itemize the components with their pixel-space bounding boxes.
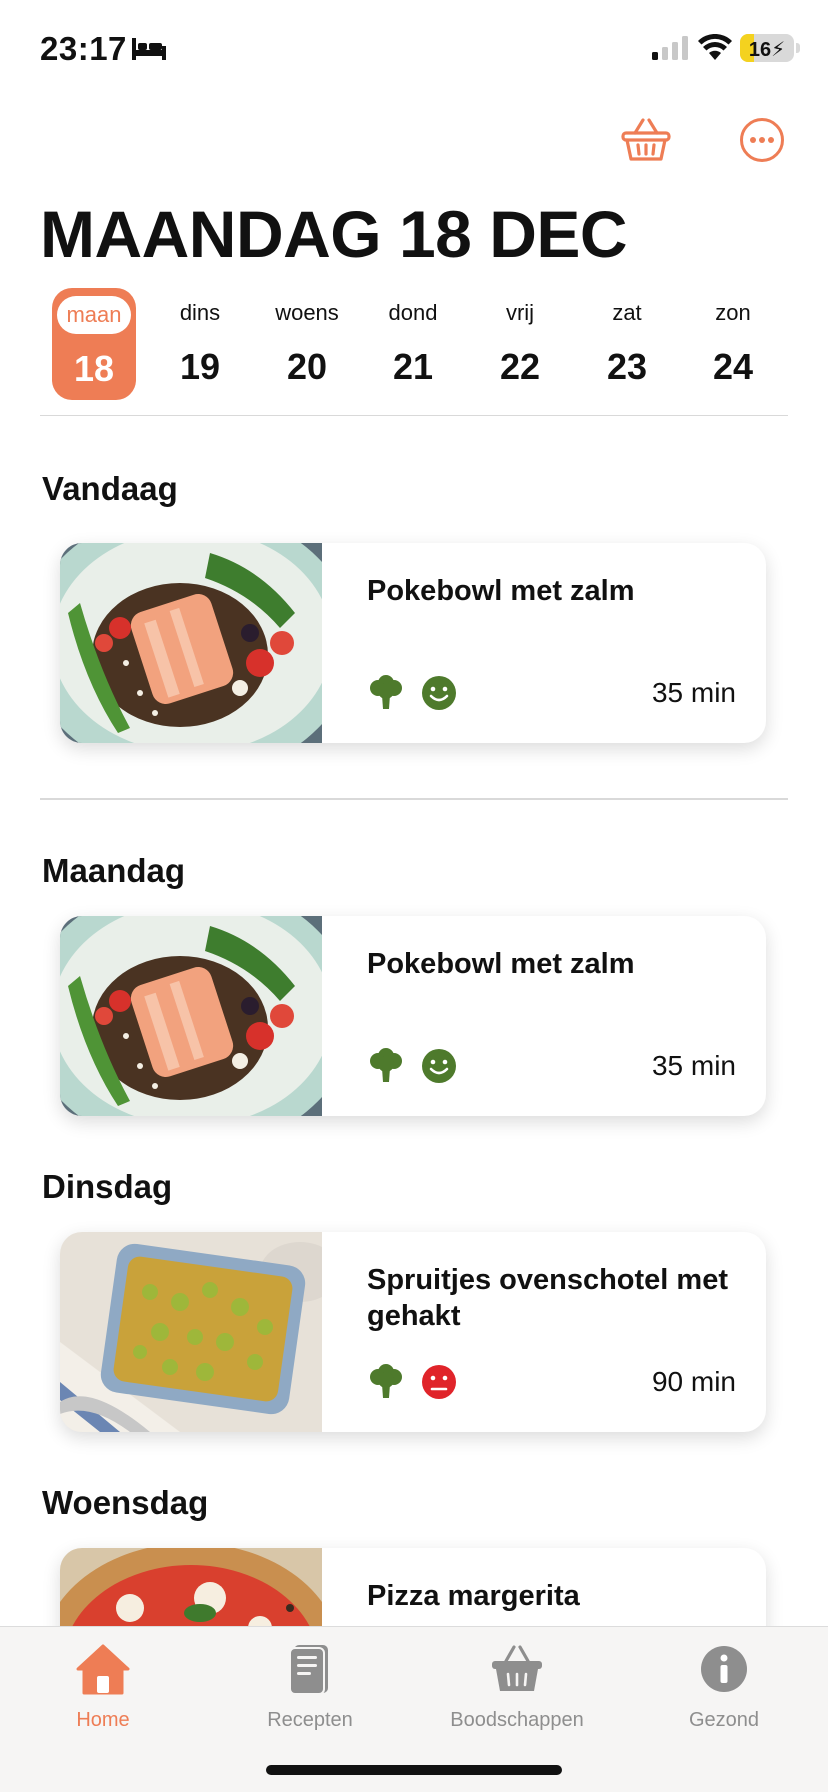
day-saturday[interactable]: zat 23 — [585, 288, 669, 400]
day-number: 20 — [286, 346, 328, 387]
recipe-title: Pokebowl met zalm — [367, 575, 635, 607]
section-divider — [40, 798, 788, 800]
day-name: zon — [715, 300, 751, 325]
day-number: 24 — [712, 346, 754, 387]
sad-face-icon — [422, 1365, 456, 1399]
day-number: 22 — [499, 346, 541, 387]
info-icon — [701, 1646, 747, 1692]
more-options-button[interactable] — [732, 110, 792, 170]
book-icon — [289, 1645, 328, 1695]
page-title: MAANDAG 18 DEC — [40, 197, 628, 271]
day-name: zat — [612, 300, 642, 325]
recipe-card-tuesday[interactable]: Spruitjes ovenschotel met gehakt 90 min — [60, 1232, 766, 1432]
day-name: woens — [275, 300, 339, 325]
happy-face-icon — [422, 676, 456, 710]
happy-face-icon — [422, 1049, 456, 1083]
recipe-tags — [367, 1362, 457, 1402]
recipe-time: 35 min — [651, 677, 736, 708]
recipe-time: 90 min — [651, 1366, 736, 1397]
home-indicator — [266, 1765, 562, 1775]
tab-home[interactable]: Home — [3, 1639, 203, 1732]
tab-label: Boodschappen — [450, 1709, 584, 1731]
home-icon — [76, 1644, 130, 1695]
recipe-card-monday[interactable]: Pokebowl met zalm 35 min — [60, 916, 766, 1116]
bed-icon — [132, 38, 166, 65]
battery-indicator: 16⚡ — [740, 34, 794, 62]
recipe-time: 35 min — [651, 1050, 736, 1081]
section-title-wednesday: Woensdag — [42, 1484, 209, 1521]
recipe-tags — [367, 673, 457, 713]
recipe-photo-pokebowl — [60, 543, 322, 743]
recipe-photo-spruitjes — [60, 1232, 322, 1432]
day-thursday[interactable]: dond 21 — [371, 288, 455, 400]
recipe-tags — [367, 1046, 457, 1086]
day-sunday[interactable]: zon 24 — [691, 288, 775, 400]
wifi-icon — [698, 33, 732, 65]
recipe-card-today[interactable]: Pokebowl met zalm 35 min — [60, 543, 766, 743]
tab-boodschappen[interactable]: Boodschappen — [417, 1639, 617, 1732]
section-title-monday: Maandag — [42, 852, 186, 889]
broccoli-icon — [370, 675, 402, 709]
day-wednesday[interactable]: woens 20 — [265, 288, 349, 400]
day-name: dins — [179, 300, 221, 325]
day-number: 18 — [73, 348, 115, 389]
more-circle-icon — [740, 118, 784, 162]
week-day-selector: maan 18 dins 19 woens 20 dond 21 vrij 22… — [40, 288, 788, 416]
day-name: dond — [388, 300, 438, 325]
day-number: 21 — [392, 346, 434, 387]
battery-level: 16 — [748, 39, 772, 61]
tab-label: Home — [76, 1709, 130, 1731]
cellular-signal-icon — [652, 36, 688, 65]
recipe-title: Spruitjes ovenschotel met gehakt — [367, 1264, 728, 1332]
section-title-tuesday: Dinsdag — [42, 1168, 173, 1205]
basket-icon — [621, 118, 671, 161]
tab-gezond[interactable]: Gezond — [624, 1639, 824, 1732]
day-name: vrij — [505, 300, 535, 325]
shopping-basket-button[interactable] — [616, 110, 676, 170]
tab-label: Gezond — [688, 1709, 760, 1731]
day-monday[interactable]: maan 18 — [52, 288, 136, 400]
status-bar: 23:17 16⚡ — [0, 0, 828, 100]
tab-label: Recepten — [267, 1709, 353, 1731]
day-friday[interactable]: vrij 22 — [478, 288, 562, 400]
broccoli-icon — [370, 1048, 402, 1082]
basket-icon — [492, 1645, 542, 1691]
status-time: 23:17 — [40, 30, 127, 67]
day-tuesday[interactable]: dins 19 — [158, 288, 242, 400]
recipe-title: Pokebowl met zalm — [367, 948, 635, 980]
broccoli-icon — [370, 1364, 402, 1398]
day-number: 23 — [606, 346, 648, 387]
recipe-photo-pokebowl — [60, 916, 322, 1116]
day-name: maan — [57, 296, 131, 334]
recipe-title: Pizza margerita — [367, 1580, 580, 1612]
section-title-today: Vandaag — [42, 470, 178, 507]
day-number: 19 — [179, 346, 221, 387]
tab-recepten[interactable]: Recepten — [210, 1639, 410, 1732]
